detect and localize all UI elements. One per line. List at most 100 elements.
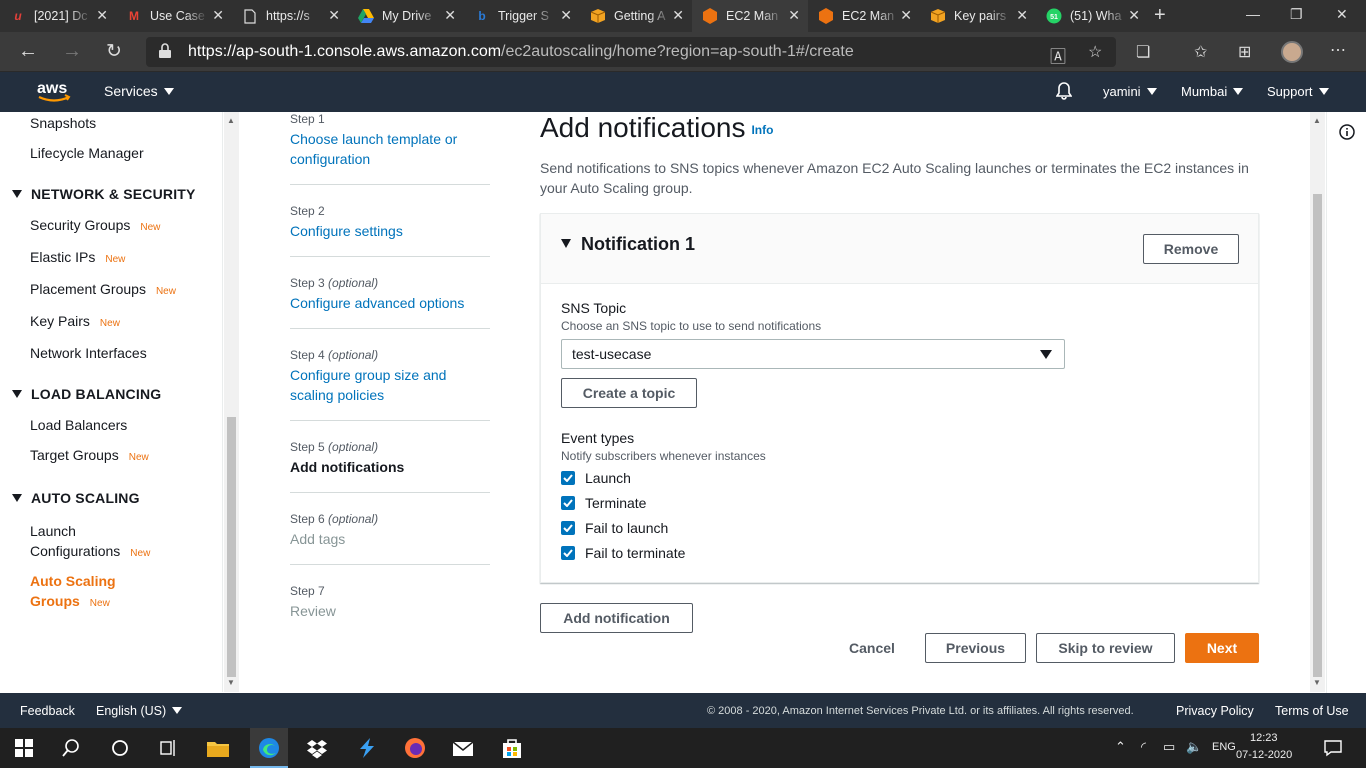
- volume-icon[interactable]: 🔈: [1186, 739, 1202, 755]
- region-menu[interactable]: Mumbai: [1181, 84, 1244, 99]
- restore-icon[interactable]: ❐: [1290, 6, 1303, 23]
- scroll-down-icon[interactable]: ▼: [1313, 678, 1321, 687]
- scroll-up-icon[interactable]: ▲: [227, 116, 235, 125]
- sidebar-section-load-balancing[interactable]: LOAD BALANCING: [12, 386, 161, 402]
- step-link[interactable]: Configure settings: [290, 221, 490, 241]
- aws-logo[interactable]: aws: [37, 78, 71, 104]
- close-tab-icon[interactable]: ✕: [900, 7, 912, 24]
- language-selector[interactable]: English (US): [96, 704, 183, 718]
- close-tab-icon[interactable]: ✕: [1128, 7, 1140, 24]
- skip-to-review-button[interactable]: Skip to review: [1036, 633, 1175, 663]
- window-close-icon[interactable]: ✕: [1336, 6, 1348, 23]
- wifi-icon[interactable]: ◜: [1141, 739, 1146, 755]
- create-topic-button[interactable]: Create a topic: [561, 378, 697, 408]
- browser-tab[interactable]: M Use Case ✕: [116, 0, 232, 32]
- windows-start-icon[interactable]: [15, 739, 33, 757]
- event-launch-checkbox[interactable]: Launch: [561, 468, 631, 488]
- refresh-icon[interactable]: ↻: [106, 40, 122, 63]
- browser-tab-active[interactable]: EC2 Man ✕: [692, 0, 808, 32]
- browser-tab[interactable]: Key pairs ✕: [920, 0, 1036, 32]
- edge-icon[interactable]: [258, 737, 280, 759]
- sidebar-item-target-groups[interactable]: Target Groups New: [30, 447, 149, 463]
- sidebar-item-key-pairs[interactable]: Key Pairs New: [30, 313, 120, 329]
- notification-panel-toggle[interactable]: Notification 1: [561, 234, 695, 255]
- browser-tab[interactable]: u [2021] Dc ✕: [0, 0, 116, 32]
- clock-date[interactable]: 07-12-2020: [1236, 749, 1292, 761]
- close-tab-icon[interactable]: ✕: [1016, 7, 1028, 24]
- cancel-button[interactable]: Cancel: [838, 633, 906, 663]
- favorites-icon[interactable]: ✩: [1194, 42, 1207, 62]
- scroll-thumb[interactable]: [227, 417, 236, 677]
- firefox-icon[interactable]: [404, 737, 426, 759]
- close-tab-icon[interactable]: ✕: [212, 7, 224, 24]
- support-menu[interactable]: Support: [1267, 84, 1329, 99]
- sidebar-item-snapshots[interactable]: Snapshots: [30, 115, 96, 131]
- cortana-icon[interactable]: [111, 739, 129, 757]
- sidebar-item-elastic-ips[interactable]: Elastic IPs New: [30, 249, 125, 265]
- browser-tab[interactable]: 51 (51) Wha ✕: [1036, 0, 1148, 32]
- clock-time[interactable]: 12:23: [1250, 732, 1278, 744]
- sidebar-section-network-security[interactable]: NETWORK & SECURITY: [12, 186, 196, 202]
- privacy-policy-link[interactable]: Privacy Policy: [1176, 704, 1254, 718]
- step-link[interactable]: Configure group size and scaling policie…: [290, 365, 490, 405]
- sidebar-item-security-groups[interactable]: Security Groups New: [30, 217, 160, 233]
- browser-tab[interactable]: My Drive ✕: [348, 0, 464, 32]
- previous-button[interactable]: Previous: [925, 633, 1026, 663]
- event-fail-to-terminate-checkbox[interactable]: Fail to terminate: [561, 543, 685, 563]
- url-input[interactable]: https://ap-south-1.console.aws.amazon.co…: [146, 37, 1116, 67]
- sidebar-item-network-interfaces[interactable]: Network Interfaces: [30, 345, 147, 361]
- scroll-thumb[interactable]: [1313, 194, 1322, 677]
- scroll-up-icon[interactable]: ▲: [1313, 116, 1321, 125]
- terms-of-use-link[interactable]: Terms of Use: [1275, 704, 1349, 718]
- forward-icon[interactable]: →: [62, 40, 82, 63]
- mail-icon[interactable]: [452, 738, 474, 760]
- profile-avatar[interactable]: [1281, 41, 1303, 63]
- info-link[interactable]: Info: [751, 123, 773, 137]
- browser-tab[interactable]: Getting A ✕: [580, 0, 692, 32]
- minimize-icon[interactable]: —: [1246, 6, 1260, 22]
- sns-topic-select[interactable]: test-usecase: [561, 339, 1065, 369]
- notification-bell-icon[interactable]: [1055, 82, 1073, 105]
- dropbox-icon[interactable]: [306, 738, 328, 760]
- sidebar-item-load-balancers[interactable]: Load Balancers: [30, 417, 127, 433]
- main-scrollbar[interactable]: ▲ ▼: [1310, 112, 1325, 692]
- info-circle-icon[interactable]: [1339, 124, 1355, 140]
- tray-chevron-up-icon[interactable]: ⌃: [1115, 739, 1126, 755]
- event-fail-to-launch-checkbox[interactable]: Fail to launch: [561, 518, 668, 538]
- close-tab-icon[interactable]: ✕: [788, 7, 800, 24]
- event-terminate-checkbox[interactable]: Terminate: [561, 493, 646, 513]
- remove-button[interactable]: Remove: [1143, 234, 1239, 264]
- favorite-star-icon[interactable]: ☆: [1088, 42, 1102, 62]
- sidebar-item-auto-scaling-groups[interactable]: Auto Scaling Groups New: [30, 571, 116, 614]
- sidebar-scrollbar[interactable]: ▲ ▼: [224, 112, 239, 692]
- battery-icon[interactable]: ▭: [1163, 739, 1175, 755]
- browser-tab[interactable]: https://s ✕: [232, 0, 348, 32]
- close-tab-icon[interactable]: ✕: [328, 7, 340, 24]
- add-notification-button[interactable]: Add notification: [540, 603, 693, 633]
- store-icon[interactable]: [501, 737, 523, 759]
- user-menu[interactable]: yamini: [1103, 84, 1157, 99]
- input-language[interactable]: ENG: [1212, 741, 1236, 753]
- scroll-down-icon[interactable]: ▼: [227, 678, 235, 687]
- step-link[interactable]: Choose launch template or configuration: [290, 129, 490, 169]
- browser-tab[interactable]: EC2 Man ✕: [808, 0, 920, 32]
- extensions-icon[interactable]: ⊞: [1238, 42, 1251, 62]
- new-tab-icon[interactable]: +: [1154, 4, 1166, 27]
- search-icon[interactable]: [62, 739, 80, 757]
- close-tab-icon[interactable]: ✕: [560, 7, 572, 24]
- close-tab-icon[interactable]: ✕: [672, 7, 684, 24]
- step-link[interactable]: Configure advanced options: [290, 293, 490, 313]
- sidebar-section-auto-scaling[interactable]: AUTO SCALING: [12, 490, 140, 506]
- sidebar-item-placement-groups[interactable]: Placement Groups New: [30, 281, 176, 297]
- sidebar-item-launch-configurations[interactable]: Launch Configurations New: [30, 521, 150, 564]
- next-button[interactable]: Next: [1185, 633, 1259, 663]
- task-view-icon[interactable]: [159, 739, 177, 757]
- action-center-icon[interactable]: [1324, 739, 1342, 757]
- services-menu[interactable]: Services: [104, 83, 174, 99]
- feedback-link[interactable]: Feedback: [20, 704, 75, 718]
- more-menu-icon[interactable]: ⋯: [1330, 40, 1346, 60]
- browser-tab[interactable]: b Trigger S ✕: [464, 0, 580, 32]
- back-icon[interactable]: ←: [18, 40, 38, 63]
- sidebar-item-lifecycle-manager[interactable]: Lifecycle Manager: [30, 145, 144, 161]
- close-tab-icon[interactable]: ✕: [444, 7, 456, 24]
